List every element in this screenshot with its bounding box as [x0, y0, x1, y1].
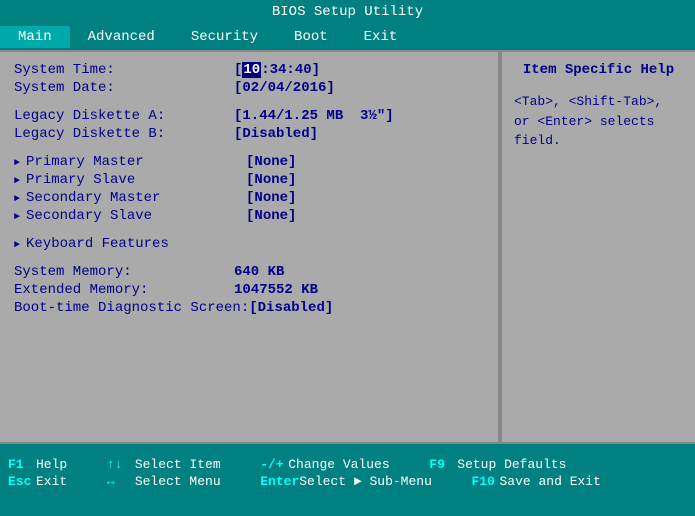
secondary-master-value: [None]: [246, 190, 296, 206]
system-memory-value: 640 KB: [234, 264, 284, 280]
legacy-diskette-b-row: Legacy Diskette B: [Disabled]: [14, 126, 484, 142]
desc-save-exit: Save and Exit: [499, 474, 600, 489]
left-panel: System Time: [10:34:40] System Date: [02…: [0, 52, 498, 442]
desc-select-submenu: Select ► Sub-Menu: [299, 474, 447, 489]
gap2: [14, 144, 484, 154]
menu-item-main[interactable]: Main: [0, 26, 70, 48]
time-hour[interactable]: 10: [242, 62, 261, 78]
primary-master-value: [None]: [246, 154, 296, 170]
secondary-slave-value: [None]: [246, 208, 296, 224]
boot-diag-value[interactable]: [Disabled]: [249, 300, 333, 316]
system-memory-label: System Memory:: [14, 264, 234, 280]
system-date-label: System Date:: [14, 80, 234, 96]
status-row-1: F1 Help ↑↓ Select Item -/+ Change Values…: [8, 457, 687, 472]
status-bar: F1 Help ↑↓ Select Item -/+ Change Values…: [0, 444, 695, 504]
desc-select-menu: Select Menu: [135, 474, 236, 489]
primary-slave-row[interactable]: ► Primary Slave [None]: [14, 172, 484, 188]
menu-bar: Main Advanced Security Boot Exit: [0, 24, 695, 50]
main-content: System Time: [10:34:40] System Date: [02…: [0, 52, 695, 442]
legacy-diskette-a-row: Legacy Diskette A: [1.44/1.25 MB 3½"]: [14, 108, 484, 124]
menu-item-boot[interactable]: Boot: [276, 26, 346, 48]
extended-memory-value: 1047552 KB: [234, 282, 318, 298]
system-date-value[interactable]: [02/04/2016]: [234, 80, 335, 96]
arrow-icon-secondary-master: ►: [14, 194, 20, 205]
system-date-row: System Date: [02/04/2016]: [14, 80, 484, 96]
menu-item-security[interactable]: Security: [173, 26, 276, 48]
key-leftright: ↔: [107, 474, 135, 489]
menu-item-advanced[interactable]: Advanced: [70, 26, 173, 48]
legacy-diskette-b-label: Legacy Diskette B:: [14, 126, 234, 142]
keyboard-features-row[interactable]: ► Keyboard Features: [14, 236, 484, 252]
secondary-slave-row[interactable]: ► Secondary Slave [None]: [14, 208, 484, 224]
gap3: [14, 226, 484, 236]
extended-memory-label: Extended Memory:: [14, 282, 234, 298]
secondary-slave-label: Secondary Slave: [26, 208, 246, 224]
key-f9: F9: [429, 457, 457, 472]
gap4: [14, 254, 484, 264]
extended-memory-row: Extended Memory: 1047552 KB: [14, 282, 484, 298]
status-row-2: Esc Exit ↔ Select Menu Enter Select ► Su…: [8, 474, 687, 489]
help-title: Item Specific Help: [514, 62, 683, 78]
boot-diag-row: Boot-time Diagnostic Screen: [Disabled]: [14, 300, 484, 316]
boot-diag-label: Boot-time Diagnostic Screen:: [14, 300, 249, 316]
desc-exit: Exit: [36, 474, 83, 489]
system-time-row: System Time: [10:34:40]: [14, 62, 484, 78]
gap1: [14, 98, 484, 108]
legacy-diskette-b-value[interactable]: [Disabled]: [234, 126, 318, 142]
system-time-value[interactable]: [10:34:40]: [234, 62, 320, 78]
primary-master-row[interactable]: ► Primary Master [None]: [14, 154, 484, 170]
desc-change-values: Change Values: [288, 457, 405, 472]
arrow-icon-primary-master: ►: [14, 158, 20, 169]
system-time-label: System Time:: [14, 62, 234, 78]
key-esc: Esc: [8, 474, 36, 489]
secondary-master-row[interactable]: ► Secondary Master [None]: [14, 190, 484, 206]
primary-master-label: Primary Master: [26, 154, 246, 170]
key-f10: F10: [471, 474, 499, 489]
arrow-icon-primary-slave: ►: [14, 176, 20, 187]
desc-setup-defaults: Setup Defaults: [457, 457, 566, 472]
secondary-master-label: Secondary Master: [26, 190, 246, 206]
menu-item-exit[interactable]: Exit: [346, 26, 416, 48]
key-updown: ↑↓: [107, 457, 135, 472]
legacy-diskette-a-value[interactable]: [1.44/1.25 MB 3½"]: [234, 108, 394, 124]
app-title: BIOS Setup Utility: [272, 4, 423, 20]
primary-slave-label: Primary Slave: [26, 172, 246, 188]
title-bar: BIOS Setup Utility: [0, 0, 695, 24]
desc-select-item: Select Item: [135, 457, 236, 472]
key-plusminus: -/+: [260, 457, 288, 472]
primary-slave-value: [None]: [246, 172, 296, 188]
right-panel: Item Specific Help <Tab>, <Shift-Tab>, o…: [500, 52, 695, 442]
arrow-icon-keyboard: ►: [14, 240, 20, 251]
desc-help: Help: [36, 457, 83, 472]
arrow-icon-secondary-slave: ►: [14, 212, 20, 223]
system-memory-row: System Memory: 640 KB: [14, 264, 484, 280]
key-enter: Enter: [260, 474, 299, 489]
help-text: <Tab>, <Shift-Tab>, or <Enter> selects f…: [514, 92, 683, 151]
keyboard-features-label: Keyboard Features: [26, 236, 246, 252]
legacy-diskette-a-label: Legacy Diskette A:: [14, 108, 234, 124]
key-f1: F1: [8, 457, 36, 472]
